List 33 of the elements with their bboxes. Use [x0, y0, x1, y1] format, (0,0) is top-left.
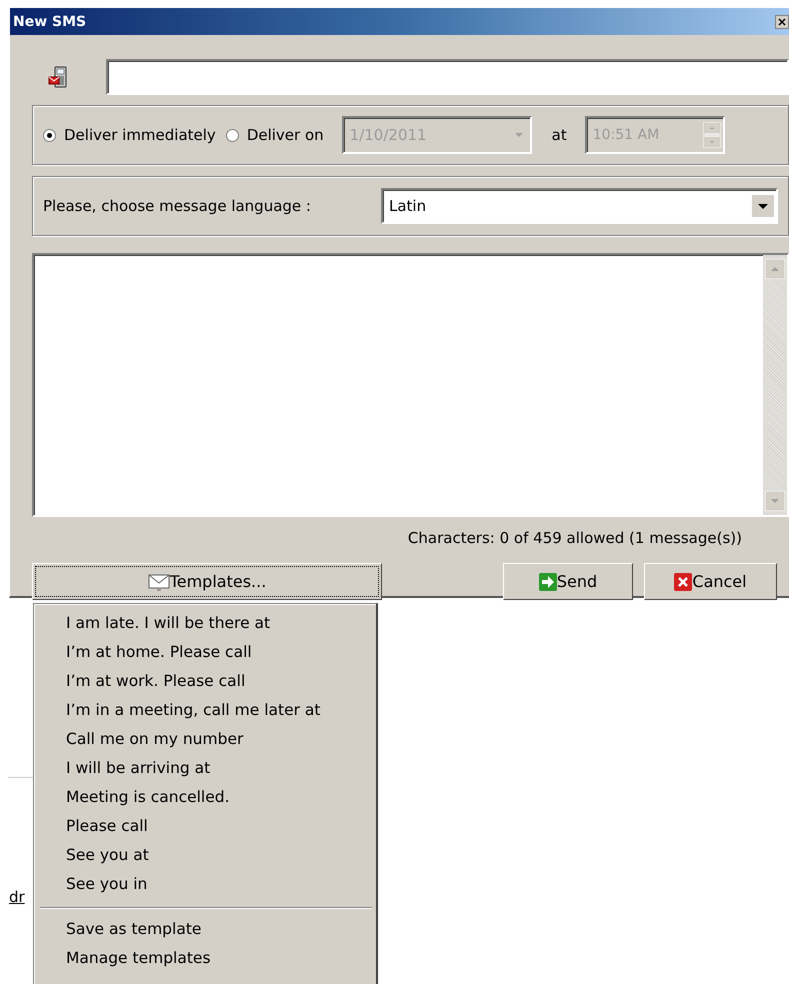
- radio-option[interactable]: Deliver on: [226, 126, 324, 144]
- window-title: New SMS: [13, 14, 86, 30]
- menu-item[interactable]: I’m in a meeting, call me later at: [34, 696, 376, 725]
- scroll-up-icon[interactable]: [765, 259, 785, 279]
- menu-item[interactable]: I am late. I will be there at: [34, 609, 376, 638]
- radio-option[interactable]: Deliver immediately: [43, 126, 216, 144]
- message-field[interactable]: [32, 253, 789, 517]
- menu-item[interactable]: See you at: [34, 841, 376, 870]
- envelope-icon: [148, 572, 170, 592]
- menu-item[interactable]: I’m at work. Please call: [34, 667, 376, 696]
- menu-item[interactable]: Meeting is cancelled.: [34, 783, 376, 812]
- scrollbar[interactable]: [763, 255, 787, 515]
- menu-item[interactable]: Please call: [34, 812, 376, 841]
- close-icon[interactable]: [775, 14, 789, 28]
- link[interactable]: dr: [9, 888, 25, 906]
- language-label: Please, choose message language :: [43, 197, 312, 215]
- recipient-field[interactable]: [106, 59, 789, 95]
- phone-message-icon: [48, 66, 68, 88]
- cancel-button[interactable]: Cancel: [644, 563, 777, 600]
- menu-item[interactable]: Call me on my number: [34, 725, 376, 754]
- close-icon: [674, 572, 692, 590]
- at-label: at: [552, 126, 567, 144]
- templates-button[interactable]: Templates...: [32, 563, 382, 600]
- scroll-down-icon[interactable]: [765, 491, 785, 511]
- menu-item[interactable]: I’m at home. Please call: [34, 638, 376, 667]
- menu-item[interactable]: See you in: [34, 870, 376, 899]
- arrow-icon: [538, 572, 557, 590]
- language-dropdown[interactable]: Latin: [381, 188, 778, 224]
- send-button[interactable]: Send: [503, 563, 633, 600]
- menu-item[interactable]: I will be arriving at: [34, 754, 376, 783]
- menu-item[interactable]: Manage templates: [34, 944, 376, 973]
- character-counter: Characters: 0 of 459 allowed (1 message(s)): [406, 528, 743, 549]
- menu-item[interactable]: Save as template: [34, 915, 376, 944]
